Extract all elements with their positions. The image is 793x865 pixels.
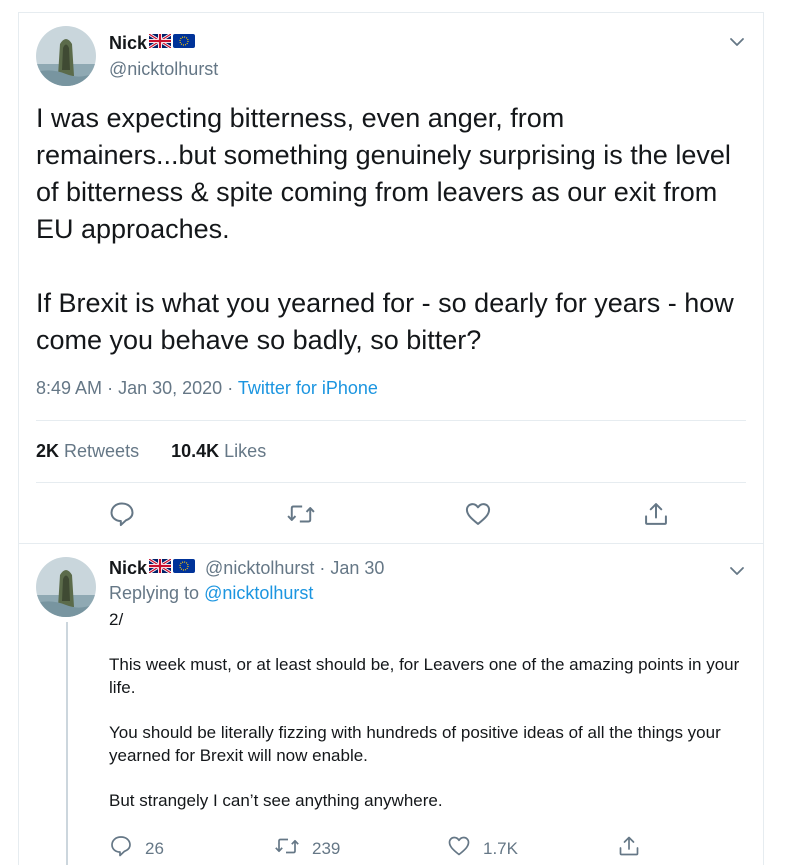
replying-prefix: Replying to <box>109 583 200 603</box>
reply-paragraph: But strangely I can’t see anything anywh… <box>109 791 443 810</box>
retweet-count: 239 <box>312 838 341 858</box>
like-icon <box>447 834 483 863</box>
reply-count: 26 <box>145 838 164 858</box>
likes-label: Likes <box>224 441 267 461</box>
author-name[interactable]: Nick <box>109 33 147 54</box>
avatar[interactable] <box>36 26 96 86</box>
retweet-button[interactable] <box>286 500 316 533</box>
retweets-label: Retweets <box>64 441 140 461</box>
reply-button[interactable] <box>108 500 136 533</box>
retweet-icon <box>286 500 316 533</box>
chevron-down-icon[interactable] <box>727 561 747 581</box>
tweet-actions <box>36 496 736 536</box>
likes-stat[interactable]: 10.4K Likes <box>171 441 266 461</box>
tweet-paragraph: I was expecting bitterness, even anger, … <box>36 103 731 244</box>
reply-retweet-button[interactable]: 239 <box>274 834 340 863</box>
retweets-count: 2K <box>36 441 60 461</box>
reply-icon <box>109 834 145 863</box>
replying-to-link[interactable]: @nicktolhurst <box>204 583 313 603</box>
tweet-date[interactable]: Jan 30, 2020 <box>118 378 222 398</box>
reply-avatar[interactable] <box>36 557 96 617</box>
like-count: 1.7K <box>483 838 518 858</box>
tweet-paragraph: If Brexit is what you yearned for - so d… <box>36 288 734 355</box>
author-row: Nick <box>109 32 196 54</box>
eu-flag-icon <box>173 559 196 578</box>
divider <box>36 420 746 421</box>
reply-text: 2/ This week must, or at least should be… <box>109 608 749 812</box>
share-icon <box>617 834 653 863</box>
retweets-stat[interactable]: 2K Retweets <box>36 441 139 461</box>
reply-author-name[interactable]: Nick <box>109 558 147 579</box>
reply-reply-button[interactable]: 26 <box>109 834 164 863</box>
divider <box>36 482 746 483</box>
reply-share-button[interactable] <box>617 834 653 863</box>
reply-author-handle[interactable]: @nicktolhurst <box>205 558 314 578</box>
reply-icon <box>108 500 136 533</box>
chevron-down-icon[interactable] <box>727 32 747 52</box>
uk-flag-icon <box>148 32 172 53</box>
tweet-time[interactable]: 8:49 AM <box>36 378 102 398</box>
separator: · <box>319 558 326 578</box>
reply-author-row: Nick @nicktolhurst · Jan 30 <box>109 557 384 579</box>
reply-date[interactable]: Jan 30 <box>330 558 384 578</box>
tweet-meta: 8:49 AM · Jan 30, 2020 · Twitter for iPh… <box>36 378 378 399</box>
likes-count: 10.4K <box>171 441 220 461</box>
separator: · <box>227 378 234 398</box>
divider <box>18 543 764 544</box>
reply-like-button[interactable]: 1.7K <box>447 834 518 863</box>
tweet-stats: 2K Retweets 10.4K Likes <box>36 441 266 462</box>
author-handle[interactable]: @nicktolhurst <box>109 59 218 80</box>
like-icon <box>464 500 492 533</box>
share-button[interactable] <box>642 500 670 533</box>
eu-flag-icon <box>173 34 196 53</box>
retweet-icon <box>274 834 312 863</box>
replying-to: Replying to @nicktolhurst <box>109 583 313 604</box>
tweet-source-link[interactable]: Twitter for iPhone <box>238 378 378 398</box>
reply-paragraph: You should be literally fizzing with hun… <box>109 723 721 765</box>
thread-line <box>66 622 68 865</box>
like-button[interactable] <box>464 500 492 533</box>
tweet-text: I was expecting bitterness, even anger, … <box>36 100 736 359</box>
reply-actions: 26 239 1.7K <box>109 834 749 864</box>
separator: · <box>107 378 114 398</box>
reply-paragraph: This week must, or at least should be, f… <box>109 655 740 697</box>
share-icon <box>642 500 670 533</box>
reply-line: 2/ <box>109 610 124 629</box>
uk-flag-icon <box>148 557 172 578</box>
